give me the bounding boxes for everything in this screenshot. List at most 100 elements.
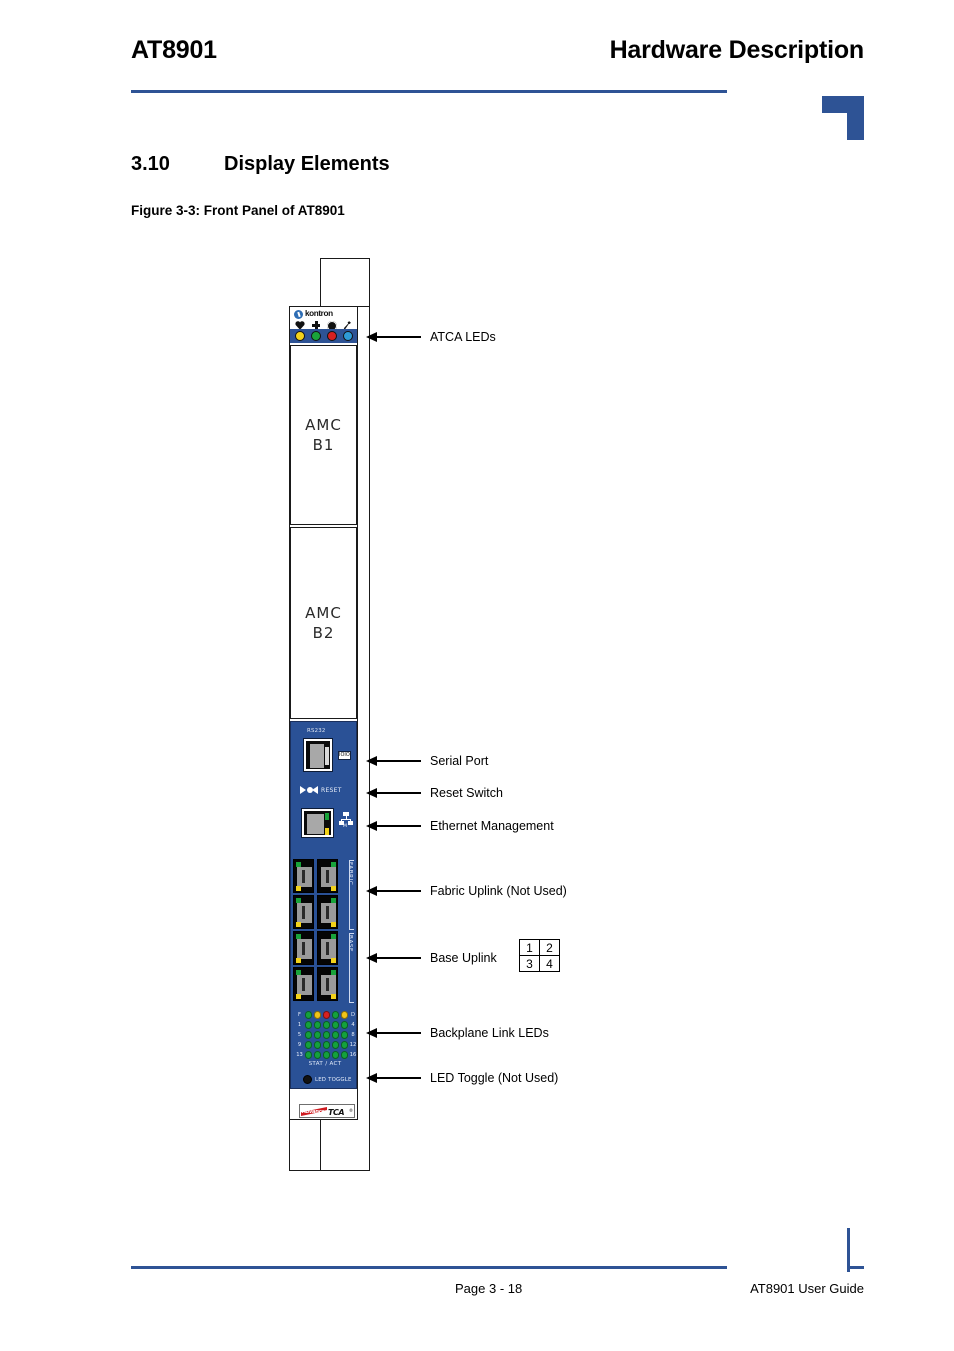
callout-label: Reset Switch bbox=[430, 786, 503, 800]
atca-led-health bbox=[311, 331, 321, 341]
callout-leader-line bbox=[377, 1032, 421, 1034]
led-toggle-switch[interactable]: LED TOGGLE bbox=[303, 1074, 355, 1085]
table-row: 3 4 bbox=[519, 955, 560, 972]
ethernet-jack-cavity bbox=[304, 811, 331, 835]
serial-console-icon: IOIOI bbox=[338, 751, 351, 760]
callout-leader-line bbox=[377, 1077, 421, 1079]
backplane-led bbox=[304, 1011, 312, 1019]
rj45-activity-led bbox=[330, 993, 336, 999]
backplane-led bbox=[340, 1051, 348, 1059]
corner-bar-horizontal bbox=[847, 1266, 864, 1269]
rj45-jack[interactable] bbox=[293, 931, 314, 965]
reset-bowtie-icon bbox=[300, 785, 318, 795]
backplane-led bbox=[331, 1011, 339, 1019]
board-bottom-notch bbox=[320, 1120, 370, 1171]
port-cell: 1 bbox=[519, 939, 540, 956]
reset-switch[interactable]: RESET bbox=[300, 784, 352, 796]
atca-led-hotswap bbox=[343, 331, 353, 341]
advancedtca-logo: Advanced TCA ® bbox=[299, 1104, 355, 1118]
callout-base-uplink: Base Uplink bbox=[366, 950, 497, 966]
backplane-led-row: 1 4 bbox=[296, 1020, 355, 1030]
serial-port-jack[interactable] bbox=[303, 738, 333, 772]
callout-arrow-icon bbox=[366, 1073, 377, 1083]
rj45-slot bbox=[326, 942, 329, 955]
serial-jack-contact bbox=[310, 744, 324, 768]
callout-arrow-icon bbox=[366, 756, 377, 766]
atca-led-fault bbox=[327, 331, 337, 341]
backplane-label-f: F bbox=[298, 1012, 301, 1018]
backplane-led bbox=[313, 1041, 321, 1049]
backplane-label-d: D bbox=[351, 1012, 355, 1018]
callout-leader-line bbox=[377, 957, 421, 959]
backplane-led bbox=[313, 1021, 321, 1029]
led-toggle-button[interactable] bbox=[303, 1075, 312, 1084]
rj45-activity-led bbox=[330, 921, 336, 927]
amc-bay-b2-line1: AMC bbox=[305, 604, 342, 622]
ethernet-link-led bbox=[325, 813, 329, 820]
backplane-led bbox=[340, 1011, 348, 1019]
callout-label: ATCA LEDs bbox=[430, 330, 496, 344]
rj45-activity-led bbox=[330, 957, 336, 963]
callout-backplane-link-leds: Backplane Link LEDs bbox=[366, 1025, 549, 1041]
backplane-led bbox=[304, 1041, 312, 1049]
footer-divider-rule bbox=[131, 1266, 727, 1269]
callout-reset-switch: Reset Switch bbox=[366, 785, 503, 801]
rj45-link-led bbox=[295, 861, 301, 867]
callout-label: Fabric Uplink (Not Used) bbox=[430, 884, 567, 898]
callout-label: LED Toggle (Not Used) bbox=[430, 1071, 559, 1085]
callout-leader-line bbox=[377, 760, 421, 762]
amc-bay-b1-line1: AMC bbox=[305, 416, 342, 434]
callout-label: Ethernet Management bbox=[430, 819, 554, 833]
rj45-jack[interactable] bbox=[293, 859, 314, 893]
backplane-row-label-left: 13 bbox=[296, 1052, 303, 1058]
stat-act-label: STAT / ACT bbox=[308, 1061, 342, 1067]
callout-label: Serial Port bbox=[430, 754, 489, 768]
backplane-led bbox=[340, 1041, 348, 1049]
backplane-led bbox=[313, 1031, 321, 1039]
callout-serial-port: Serial Port bbox=[366, 753, 488, 769]
rj45-jack[interactable] bbox=[317, 967, 338, 1001]
uplink-jack-grid bbox=[293, 859, 338, 1001]
backplane-led bbox=[304, 1031, 312, 1039]
port-cell: 2 bbox=[539, 939, 560, 956]
rj45-slot bbox=[302, 942, 305, 955]
rj45-jack[interactable] bbox=[293, 895, 314, 929]
rj45-slot bbox=[326, 870, 329, 883]
backplane-led bbox=[331, 1041, 339, 1049]
backplane-led bbox=[340, 1031, 348, 1039]
rs232-label: RS232 bbox=[307, 728, 326, 734]
logo-advanced-text: Advanced bbox=[302, 1108, 329, 1115]
backplane-led-row: 9 12 bbox=[296, 1040, 356, 1050]
callout-arrow-icon bbox=[366, 332, 377, 342]
board-top-tab bbox=[320, 258, 370, 310]
ethernet-management-jack[interactable] bbox=[301, 808, 334, 838]
backplane-row-label-right: 4 bbox=[351, 1022, 355, 1028]
rj45-jack[interactable] bbox=[317, 859, 338, 893]
rj45-activity-led bbox=[295, 957, 301, 963]
backplane-row-label-right: 8 bbox=[351, 1032, 355, 1038]
atca-leds bbox=[295, 330, 353, 342]
rj45-jack[interactable] bbox=[317, 895, 338, 929]
rj45-link-led bbox=[295, 933, 301, 939]
reset-label: RESET bbox=[321, 786, 342, 794]
rj45-activity-led bbox=[295, 885, 301, 891]
rj45-jack[interactable] bbox=[317, 931, 338, 965]
backplane-led bbox=[340, 1021, 348, 1029]
base-uplink-port-table: 1 2 3 4 bbox=[519, 939, 560, 972]
base-uplink-bracket bbox=[349, 933, 354, 1003]
backplane-row-label-left: 1 bbox=[297, 1022, 302, 1028]
amc-bay-b1: AMC B1 bbox=[290, 345, 357, 525]
callout-fabric-uplink: Fabric Uplink (Not Used) bbox=[366, 883, 567, 899]
backplane-led bbox=[322, 1051, 330, 1059]
backplane-led-row: 5 8 bbox=[296, 1030, 355, 1040]
backplane-led bbox=[313, 1051, 321, 1059]
backplane-led bbox=[331, 1051, 339, 1059]
logo-tca-text: TCA bbox=[328, 1107, 345, 1117]
rj45-slot bbox=[302, 978, 305, 991]
rj45-jack[interactable] bbox=[293, 967, 314, 1001]
rj45-slot bbox=[326, 906, 329, 919]
serial-jack-cavity bbox=[306, 741, 330, 769]
rj45-link-led bbox=[295, 897, 301, 903]
rj45-link-led bbox=[330, 969, 336, 975]
rj45-slot bbox=[302, 870, 305, 883]
